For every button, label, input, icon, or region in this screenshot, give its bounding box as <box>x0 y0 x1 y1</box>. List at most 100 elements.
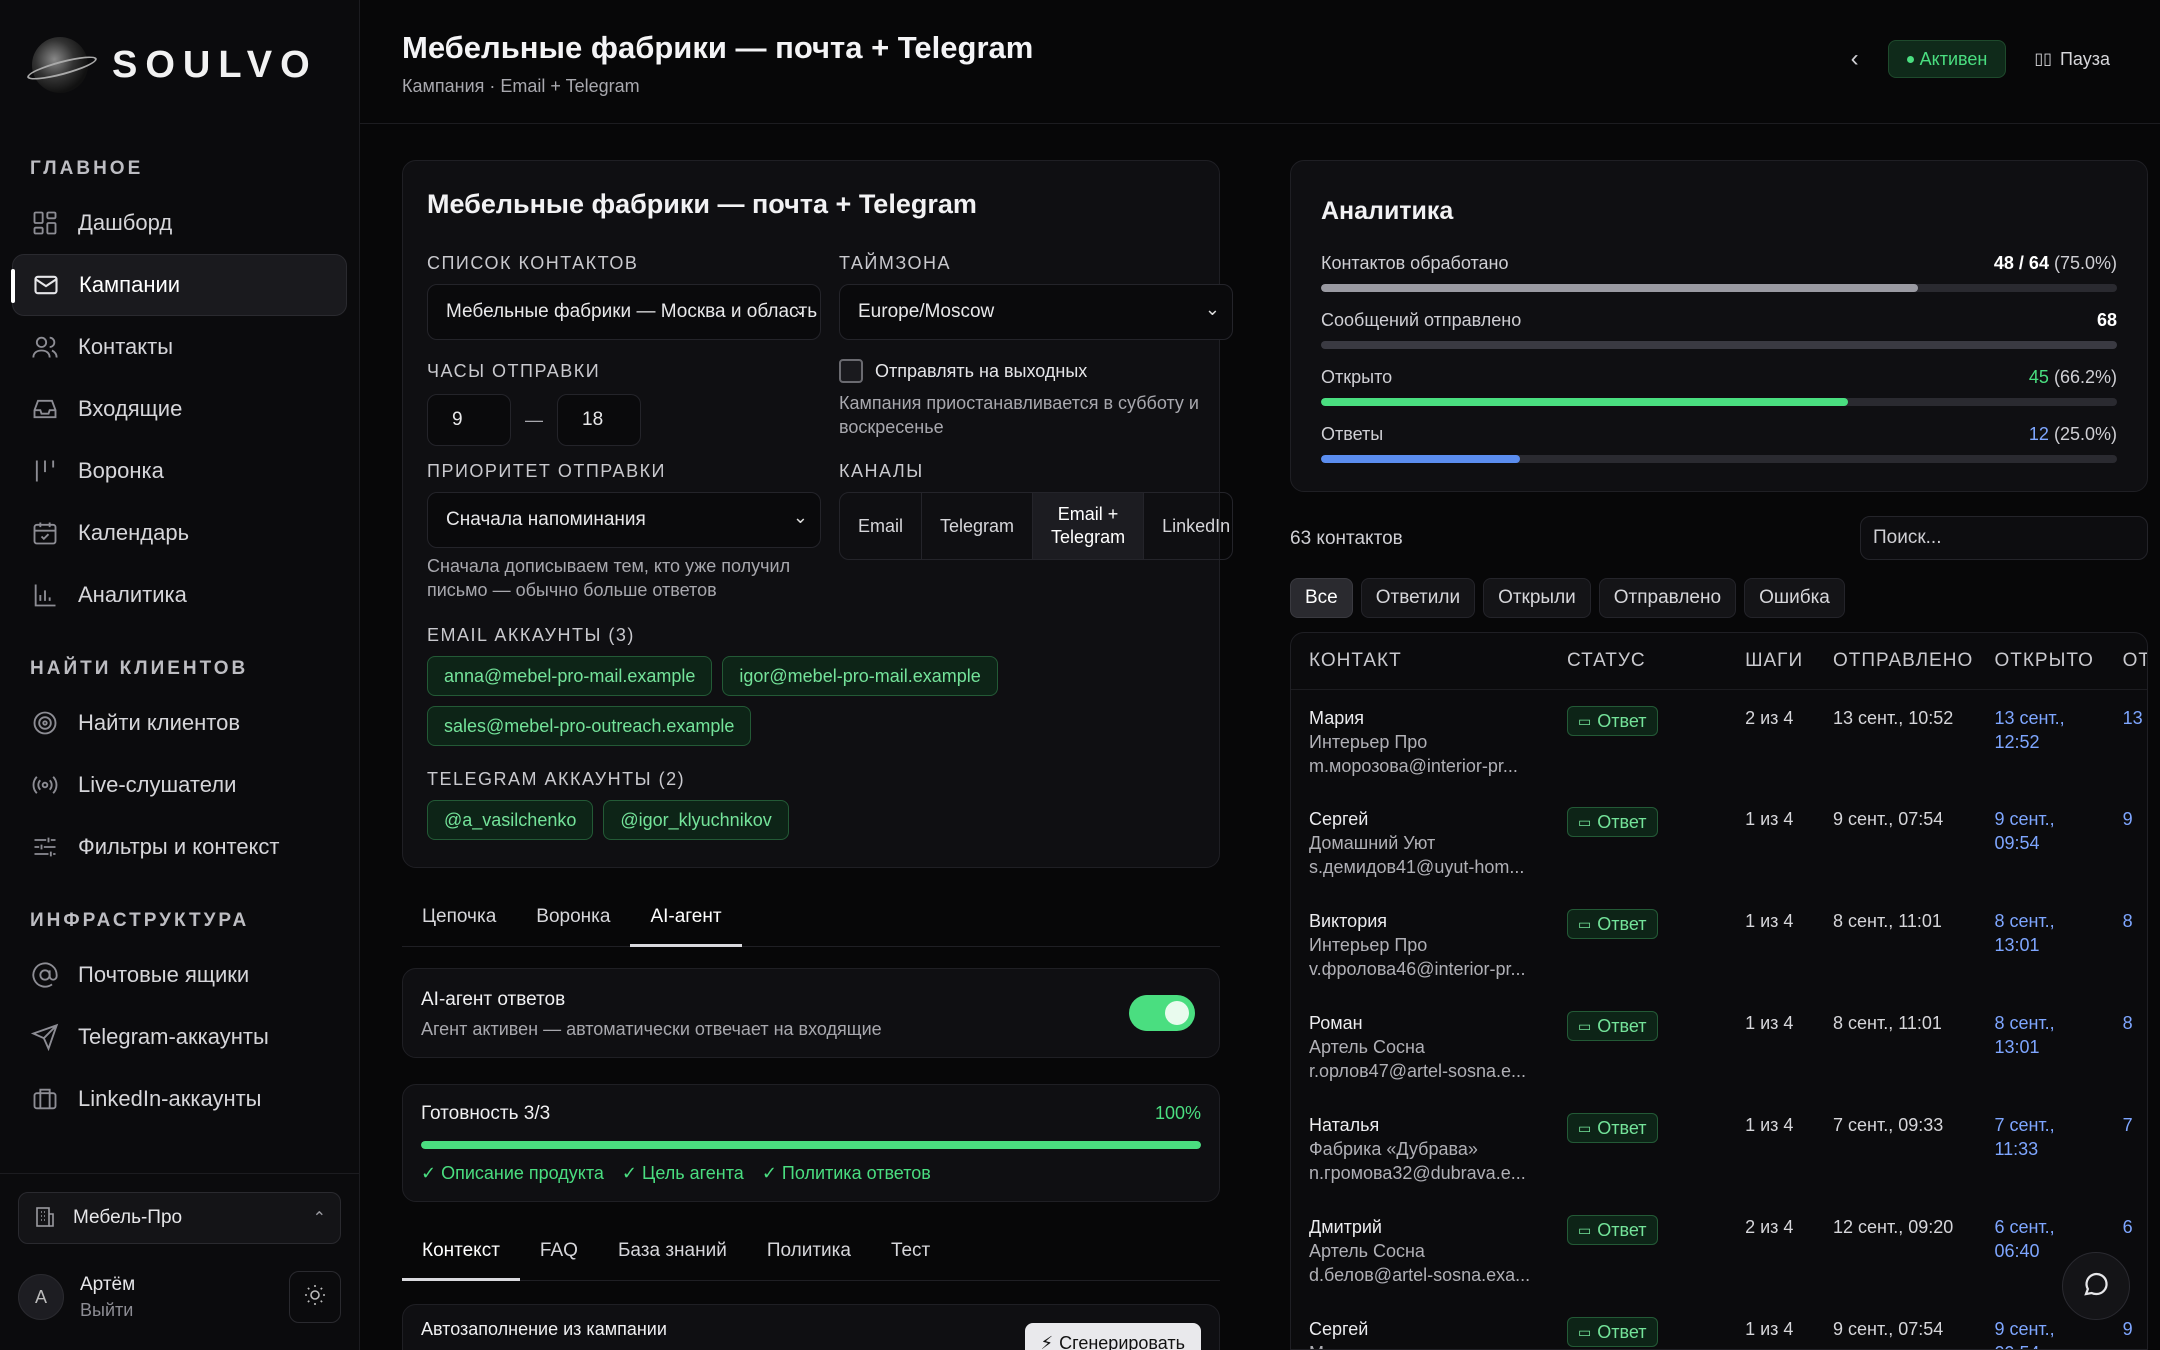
cell-status: ▭ Ответ <box>1549 689 1727 791</box>
cell-steps: 1 из 4 <box>1745 911 1794 931</box>
cell-reply[interactable]: 8 <box>2105 893 2147 995</box>
filter-opened[interactable]: Открыли <box>1483 578 1591 618</box>
contact-name[interactable]: Дмитрий <box>1309 1215 1549 1239</box>
org-switcher[interactable]: Мебель-Про ⌃ <box>18 1192 341 1244</box>
filter-sent[interactable]: Отправлено <box>1598 578 1737 618</box>
sidebar-item-telegram-accounts[interactable]: Telegram-аккаунты <box>12 1006 347 1068</box>
table-row[interactable]: Мария Интерьер Про m.морозова@interior-pr.… <box>1291 689 2147 791</box>
section-title-main: ГЛАВНОЕ <box>30 158 144 179</box>
table-row[interactable]: СергейМадин▭Ответ1 из 49 сент., 07:549 с… <box>1291 1301 2147 1349</box>
analytics-bar-fill <box>1321 455 1520 463</box>
hours-to-input[interactable]: 18 <box>557 394 641 446</box>
generate-label: Сгенерировать <box>1059 1332 1185 1350</box>
cell-opened[interactable]: 13 сент., 12:52 <box>1976 689 2104 791</box>
cell-sent: 8 сент., 11:01 <box>1833 911 1942 931</box>
contact-email: s.демидов41@uyut-hom... <box>1309 857 1525 877</box>
theme-toggle-button[interactable] <box>289 1271 341 1323</box>
cell-reply[interactable]: 9 <box>2105 791 2147 893</box>
brand[interactable]: SOULVO <box>0 0 359 130</box>
sidebar-item-inbox[interactable]: Входящие <box>12 378 347 440</box>
pause-button[interactable]: ▯▯ Пауза <box>2024 40 2120 78</box>
channel-telegram[interactable]: Telegram <box>922 493 1034 559</box>
logout-link[interactable]: Выйти <box>80 1300 135 1321</box>
sidebar-item-campaigns[interactable]: Кампании <box>11 254 347 316</box>
back-button[interactable]: ‹ <box>1840 45 1870 73</box>
filter-error[interactable]: Ошибка <box>1744 578 1845 618</box>
cell-reply[interactable]: 8 <box>2105 995 2147 1097</box>
col-reply[interactable]: ОТВЕТ <box>2104 633 2147 690</box>
hours-from-input[interactable]: 9 <box>427 394 511 446</box>
sidebar: SOULVO ГЛАВНОЕ Дашборд Кампании Контакты… <box>0 0 360 1350</box>
sidebar-item-calendar[interactable]: Календарь <box>12 502 347 564</box>
subtab-faq[interactable]: FAQ <box>520 1222 598 1280</box>
sidebar-item-filters[interactable]: Фильтры и контекст <box>12 816 347 878</box>
tab-chain[interactable]: Цепочка <box>402 888 516 946</box>
sidebar-item-linkedin-accounts[interactable]: LinkedIn-аккаунты <box>12 1068 347 1130</box>
table-row[interactable]: Сергей Домашний Уют s.демидов41@uyut-hom..… <box>1291 791 2147 893</box>
channel-email[interactable]: Email <box>840 493 923 559</box>
tab-funnel[interactable]: Воронка <box>516 888 630 946</box>
channel-email-telegram[interactable]: Email + Telegram <box>1033 493 1145 559</box>
table-row[interactable]: Роман Артель Сосна r.орлов47@artel-sosna.e… <box>1291 995 2147 1097</box>
timezone-select[interactable]: Europe/Moscow ⌄ <box>839 284 1233 340</box>
chat-button[interactable] <box>2062 1252 2130 1320</box>
cell-sent: 8 сент., 11:01 <box>1833 1013 1942 1033</box>
timezone-value: Europe/Moscow <box>858 301 995 322</box>
cell-opened[interactable]: 8 сент., 13:01 <box>1976 995 2104 1097</box>
sidebar-item-find-clients[interactable]: Найти клиентов <box>12 692 347 754</box>
col-opened[interactable]: ОТКРЫТО <box>1976 633 2105 690</box>
analytics-label: Ответы <box>1321 424 1384 444</box>
generate-button[interactable]: ⚡ Сгенерировать <box>1024 1323 1201 1350</box>
calendar-icon <box>30 518 60 548</box>
col-status[interactable]: СТАТУС <box>1549 633 1728 690</box>
contact-list-select[interactable]: Мебельные фабрики — Москва и область (64… <box>427 284 821 340</box>
col-sent[interactable]: ОТПРАВЛЕНО <box>1815 633 1977 690</box>
campaign-title: Мебельные фабрики — почта + Telegram <box>427 189 977 219</box>
subtab-test[interactable]: Тест <box>871 1222 950 1280</box>
cell-reply[interactable]: 7 <box>2105 1097 2147 1199</box>
cell-opened[interactable]: 8 сент., 13:01 <box>1976 893 2104 995</box>
contact-name[interactable]: Сергей <box>1309 807 1549 831</box>
col-steps[interactable]: ШАГИ <box>1727 633 1816 690</box>
contact-name[interactable]: Роман <box>1309 1011 1549 1035</box>
subtab-policy[interactable]: Политика <box>747 1222 871 1280</box>
cell-opened[interactable]: 7 сент., 11:33 <box>1976 1097 2104 1199</box>
filter-replied[interactable]: Ответили <box>1360 578 1476 618</box>
contact-name[interactable]: Мария <box>1309 706 1549 730</box>
filter-all[interactable]: Все <box>1290 578 1353 618</box>
telegram-account-chip[interactable]: @igor_klyuchnikov <box>603 800 789 840</box>
email-account-chip[interactable]: sales@mebel-pro-outreach.example <box>427 706 752 746</box>
avatar[interactable]: А <box>18 1274 64 1320</box>
contact-name[interactable]: Наталья <box>1309 1113 1549 1137</box>
email-account-chip[interactable]: igor@mebel-pro-mail.example <box>722 656 998 696</box>
search-input[interactable]: Поиск... <box>1860 516 2148 560</box>
table-row[interactable]: Виктория Интерьер Про v.фролова46@interior… <box>1291 893 2147 995</box>
sidebar-item-live-listeners[interactable]: Live-слушатели <box>12 754 347 816</box>
table-row[interactable]: Наталья Фабрика «Дубрава» n.громова32@dubr… <box>1291 1097 2147 1199</box>
priority-select[interactable]: Сначала напоминания ⌄ <box>427 492 821 548</box>
channel-linkedin[interactable]: LinkedIn <box>1144 493 1232 559</box>
telegram-account-chip[interactable]: @a_vasilchenko <box>427 800 594 840</box>
message-icon: ▭ <box>1578 916 1592 932</box>
contact-name[interactable]: Виктория <box>1309 909 1549 933</box>
contact-email: n.громова32@dubrava.e... <box>1309 1163 1526 1183</box>
weekends-checkbox[interactable] <box>839 359 863 383</box>
sidebar-item-mailboxes[interactable]: Почтовые ящики <box>12 944 347 1006</box>
col-contact[interactable]: КОНТАКТ <box>1291 633 1549 690</box>
sidebar-item-funnel[interactable]: Воронка <box>12 440 347 502</box>
status-badge[interactable]: Активен <box>1887 40 2007 78</box>
ai-agent-desc: Агент активен — автоматически отвечает н… <box>421 1019 882 1039</box>
sidebar-item-dashboard[interactable]: Дашборд <box>12 192 347 254</box>
subtab-knowledge-base[interactable]: База знаний <box>598 1222 747 1280</box>
subtab-context[interactable]: Контекст <box>402 1222 520 1281</box>
tab-ai-agent[interactable]: AI-агент <box>630 888 742 947</box>
weekends-label[interactable]: Отправлять на выходных <box>875 361 1087 382</box>
email-account-chip[interactable]: anna@mebel-pro-mail.example <box>427 656 713 696</box>
contact-name[interactable]: Сергей <box>1309 1317 1549 1341</box>
table-row[interactable]: Дмитрий Артель Сосна d.белов@artel-sosna.e… <box>1291 1199 2147 1301</box>
cell-opened[interactable]: 9 сент., 09:54 <box>1976 791 2104 893</box>
sidebar-item-analytics[interactable]: Аналитика <box>12 564 347 626</box>
cell-reply[interactable]: 13 <box>2105 689 2147 791</box>
sidebar-item-contacts[interactable]: Контакты <box>12 316 347 378</box>
ai-agent-toggle[interactable] <box>1129 995 1195 1031</box>
